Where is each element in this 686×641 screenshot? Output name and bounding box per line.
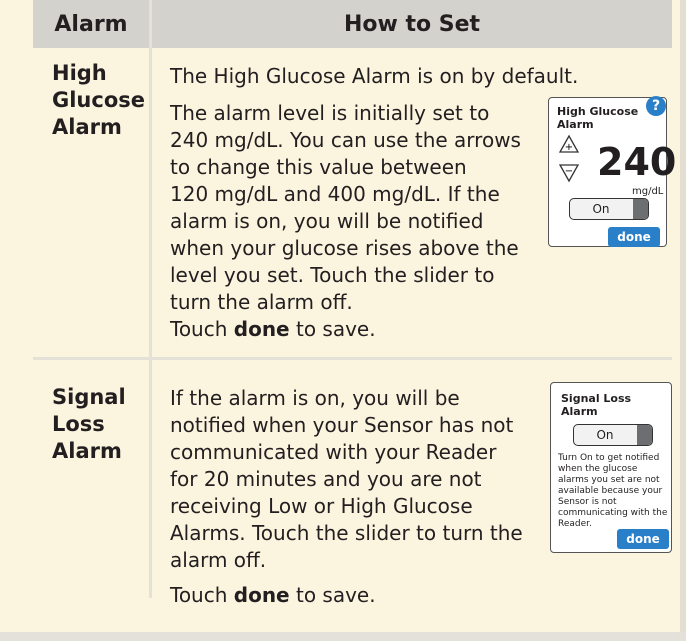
text-line: 240 mg/dL. You can use the arrows <box>170 128 521 152</box>
help-icon[interactable]: ? <box>646 96 666 116</box>
right-edge <box>680 0 686 641</box>
text-line: The alarm level is initially set to <box>170 101 490 125</box>
text-line: If the alarm is on, you will be <box>170 386 460 410</box>
done-keyword: done <box>233 317 290 341</box>
text-line: 120 mg/dL and 400 mg/dL. If the <box>170 182 500 206</box>
high-default-text: The High Glucose Alarm is on by default. <box>170 64 579 88</box>
alarm-toggle[interactable]: On <box>569 198 649 220</box>
toggle-knob[interactable] <box>633 199 648 219</box>
text-line: communicated with your Reader <box>170 440 497 464</box>
svg-text:+: + <box>565 142 573 153</box>
signal-save-instruction: Touch done to save. <box>170 582 376 609</box>
text-line: turn the alarm off. <box>170 290 353 314</box>
text-line: notified when your Sensor has not <box>170 413 514 437</box>
text-part: Touch <box>170 583 234 607</box>
row-divider <box>33 357 672 360</box>
text-part: Touch <box>170 317 234 341</box>
text-line: alarm off. <box>170 548 267 572</box>
signal-loss-note: Turn On to get notified when the glucose… <box>558 453 668 529</box>
text-line: for 20 minutes and you are not <box>170 467 482 491</box>
signal-description: If the alarm is on, you will be notified… <box>170 385 523 574</box>
glucose-level-value: 240 <box>597 140 677 184</box>
signal-loss-alarm-screen: Signal Loss Alarm On Turn On to get noti… <box>550 382 672 553</box>
alarm-name-line: Alarm <box>52 115 122 139</box>
done-keyword: done <box>233 583 290 607</box>
done-button[interactable]: done <box>608 227 660 247</box>
high-description: The alarm level is initially set to 240 … <box>170 100 521 316</box>
toggle-label: On <box>596 428 614 442</box>
toggle-knob[interactable] <box>637 425 652 445</box>
text-line: to change this value between <box>170 155 467 179</box>
glucose-unit: mg/dL <box>632 186 664 197</box>
down-arrow-icon[interactable]: − <box>558 163 580 183</box>
text-line: when your glucose rises above the <box>170 236 519 260</box>
header-alarm: Alarm <box>33 0 149 48</box>
text-line: Alarms. Touch the slider to turn the <box>170 521 523 545</box>
alarm-name-line: High <box>52 61 107 85</box>
alarm-name-line: Signal <box>52 385 126 409</box>
svg-text:−: − <box>565 166 573 177</box>
text-part: to save. <box>289 317 376 341</box>
alarm-name-line: Glucose <box>52 88 146 112</box>
high-glucose-alarm-label: High Glucose Alarm <box>52 60 145 141</box>
text-line: alarm is on, you will be notified <box>170 209 484 233</box>
done-button[interactable]: done <box>617 529 669 549</box>
text-line: receiving Low or High Glucose <box>170 494 473 518</box>
screen-title: Signal Loss Alarm <box>561 392 632 418</box>
alarm-toggle[interactable]: On <box>573 424 653 446</box>
signal-loss-alarm-label: Signal Loss Alarm <box>52 384 126 465</box>
high-save-instruction: Touch done to save. <box>170 316 376 343</box>
alarm-name-line: Loss <box>52 412 105 436</box>
bottom-bar <box>0 632 686 641</box>
text-line: level you set. Touch the slider to <box>170 263 495 287</box>
toggle-label: On <box>592 202 610 216</box>
alarm-name-line: Alarm <box>52 439 122 463</box>
high-glucose-alarm-screen: High Glucose Alarm ? + − 240 mg/dL On do… <box>548 96 676 247</box>
text-part: to save. <box>289 583 376 607</box>
column-divider <box>149 0 152 598</box>
header-how-to-set: How to Set <box>152 0 672 48</box>
up-arrow-icon[interactable]: + <box>558 134 580 154</box>
